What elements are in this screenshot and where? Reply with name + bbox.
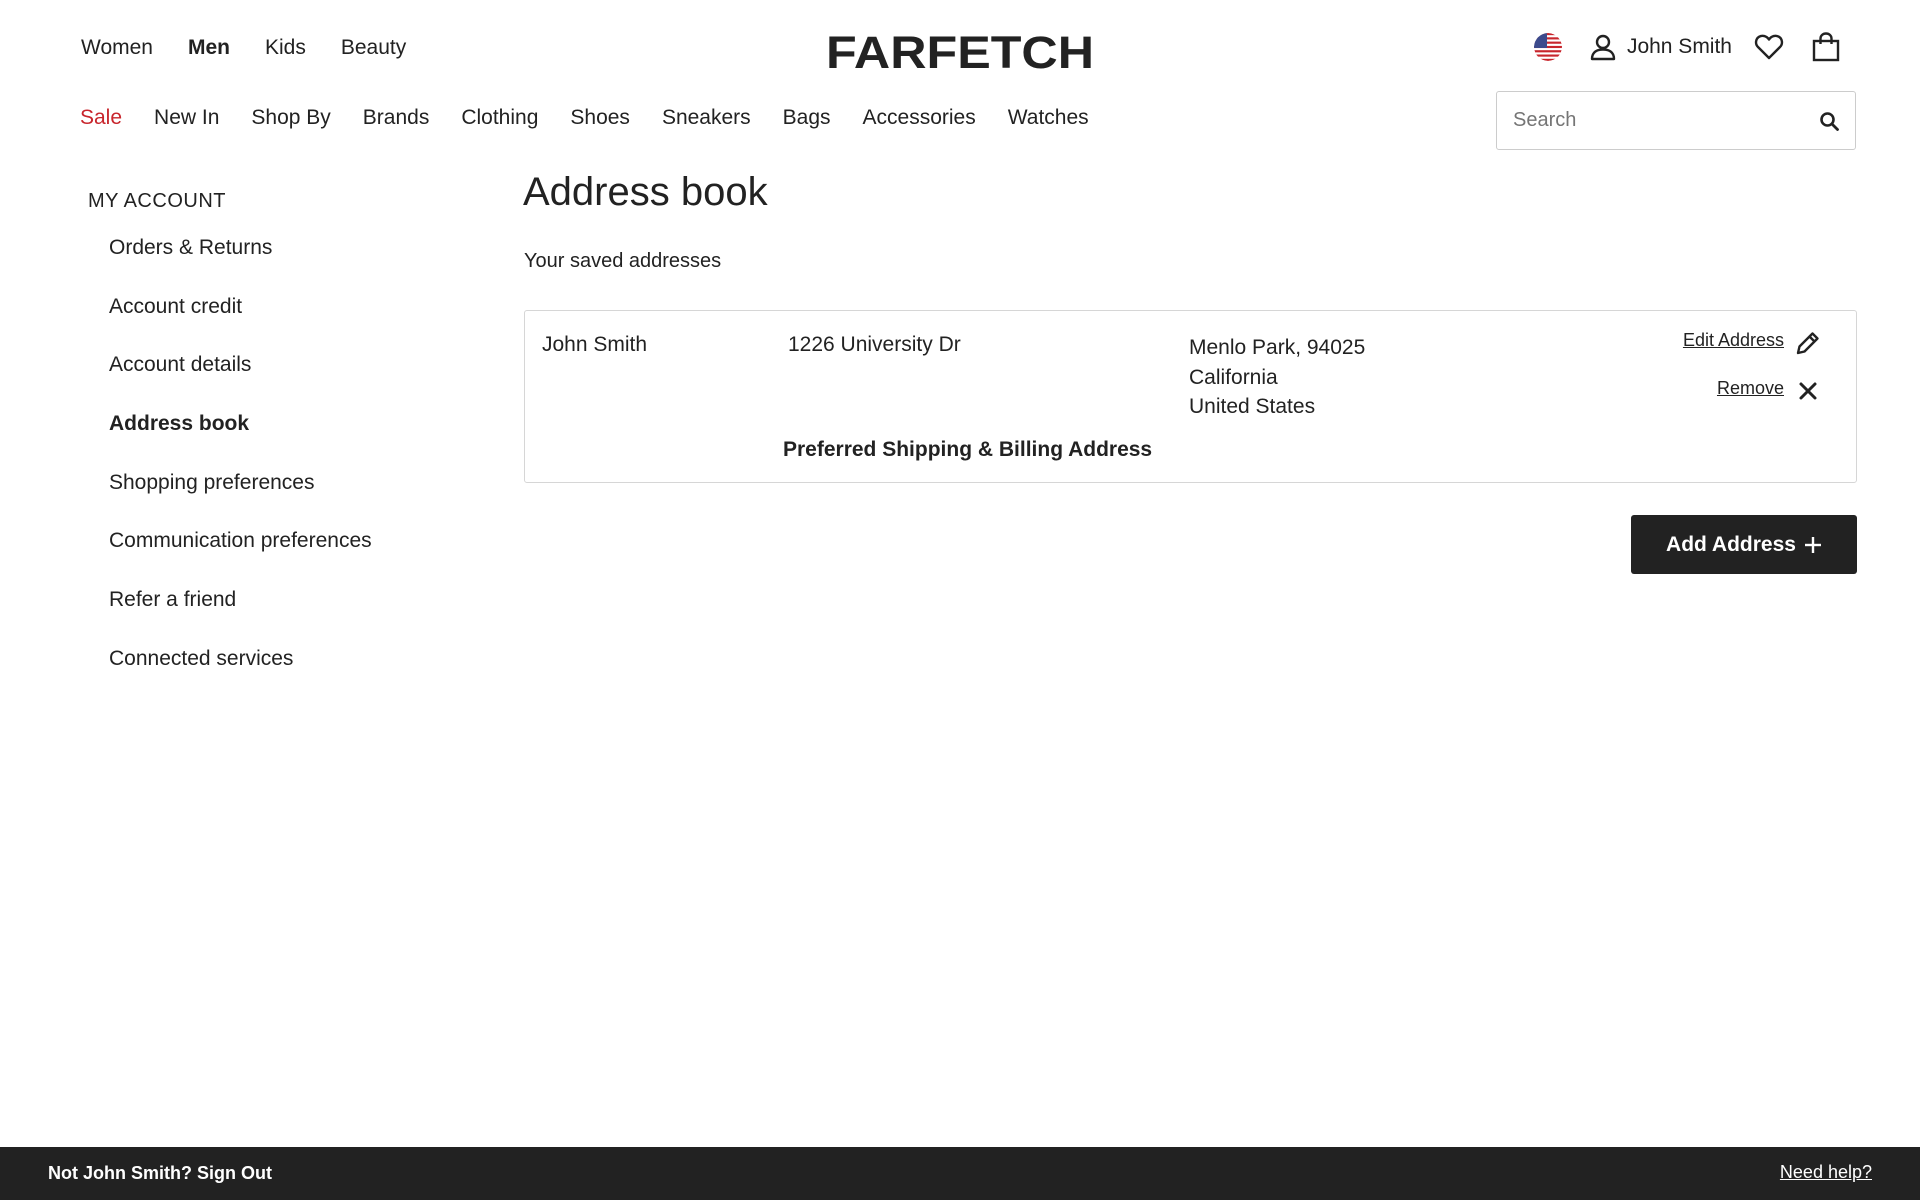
category-bags[interactable]: Bags: [783, 106, 831, 130]
category-sneakers[interactable]: Sneakers: [662, 106, 751, 130]
add-address-label: Add Address: [1666, 532, 1796, 556]
edit-address-link[interactable]: Edit Address: [1683, 330, 1784, 351]
heart-icon[interactable]: [1754, 33, 1784, 61]
address-state: California: [1189, 365, 1278, 389]
gender-tab-women[interactable]: Women: [81, 36, 153, 60]
footer-bar: Not John Smith? Sign Out Need help?: [0, 1147, 1920, 1200]
sidebar-item-account-details[interactable]: Account details: [109, 353, 372, 412]
shopping-bag-icon[interactable]: [1812, 32, 1840, 62]
user-icon[interactable]: [1589, 33, 1617, 61]
category-brands[interactable]: Brands: [363, 106, 430, 130]
category-nav: Sale New In Shop By Brands Clothing Shoe…: [80, 106, 1089, 130]
page-title: Address book: [523, 170, 768, 214]
category-accessories[interactable]: Accessories: [863, 106, 976, 130]
gender-tab-men[interactable]: Men: [188, 36, 230, 60]
sidebar-title: MY ACCOUNT: [88, 190, 226, 212]
plus-icon: [1804, 536, 1821, 553]
sidebar-item-shopping-preferences[interactable]: Shopping preferences: [109, 471, 372, 530]
category-sale[interactable]: Sale: [80, 106, 122, 130]
pencil-icon[interactable]: [1794, 329, 1822, 357]
category-shoes[interactable]: Shoes: [570, 106, 630, 130]
address-street: 1226 University Dr: [788, 333, 961, 356]
need-help-link[interactable]: Need help?: [1780, 1162, 1872, 1183]
brand-logo[interactable]: FARFETCH: [825, 28, 1095, 74]
sidebar-item-orders-returns[interactable]: Orders & Returns: [109, 236, 372, 295]
search-box: [1496, 91, 1856, 150]
address-card: John Smith 1226 University Dr Menlo Park…: [524, 310, 1857, 483]
address-name: John Smith: [542, 333, 648, 356]
user-area: John Smith: [1533, 32, 1840, 62]
category-new-in[interactable]: New In: [154, 106, 219, 130]
gender-tab-beauty[interactable]: Beauty: [341, 36, 406, 60]
page-subtitle: Your saved addresses: [524, 250, 722, 272]
remove-address-link[interactable]: Remove: [1717, 378, 1784, 399]
address-city-line: Menlo Park, 94025: [1189, 336, 1366, 359]
user-name[interactable]: John Smith: [1627, 35, 1732, 59]
gender-nav: Women Men Kids Beauty: [81, 36, 406, 60]
sign-out-link[interactable]: Not John Smith? Sign Out: [48, 1163, 272, 1184]
close-icon[interactable]: [1798, 381, 1818, 401]
sidebar-item-connected-services[interactable]: Connected services: [109, 647, 372, 706]
sidebar-nav: Orders & Returns Account credit Account …: [109, 236, 372, 706]
category-clothing[interactable]: Clothing: [461, 106, 538, 130]
add-address-button[interactable]: Add Address: [1631, 515, 1857, 574]
sidebar-item-communication-preferences[interactable]: Communication preferences: [109, 529, 372, 588]
preferred-address-label: Preferred Shipping & Billing Address: [783, 438, 1153, 461]
gender-tab-kids[interactable]: Kids: [265, 36, 306, 60]
category-shop-by[interactable]: Shop By: [251, 106, 330, 130]
category-watches[interactable]: Watches: [1008, 106, 1089, 130]
us-flag-icon[interactable]: [1533, 33, 1562, 61]
address-country: United States: [1189, 395, 1316, 418]
search-icon[interactable]: [1819, 111, 1839, 131]
address-locality: Menlo Park, 94025 California United Stat…: [1189, 333, 1365, 422]
sidebar-item-address-book[interactable]: Address book: [109, 412, 372, 471]
sidebar-item-refer-a-friend[interactable]: Refer a friend: [109, 588, 372, 647]
sidebar-item-account-credit[interactable]: Account credit: [109, 295, 372, 354]
search-input[interactable]: [1513, 109, 1819, 132]
brand-logo-text: FARFETCH: [826, 28, 1094, 74]
